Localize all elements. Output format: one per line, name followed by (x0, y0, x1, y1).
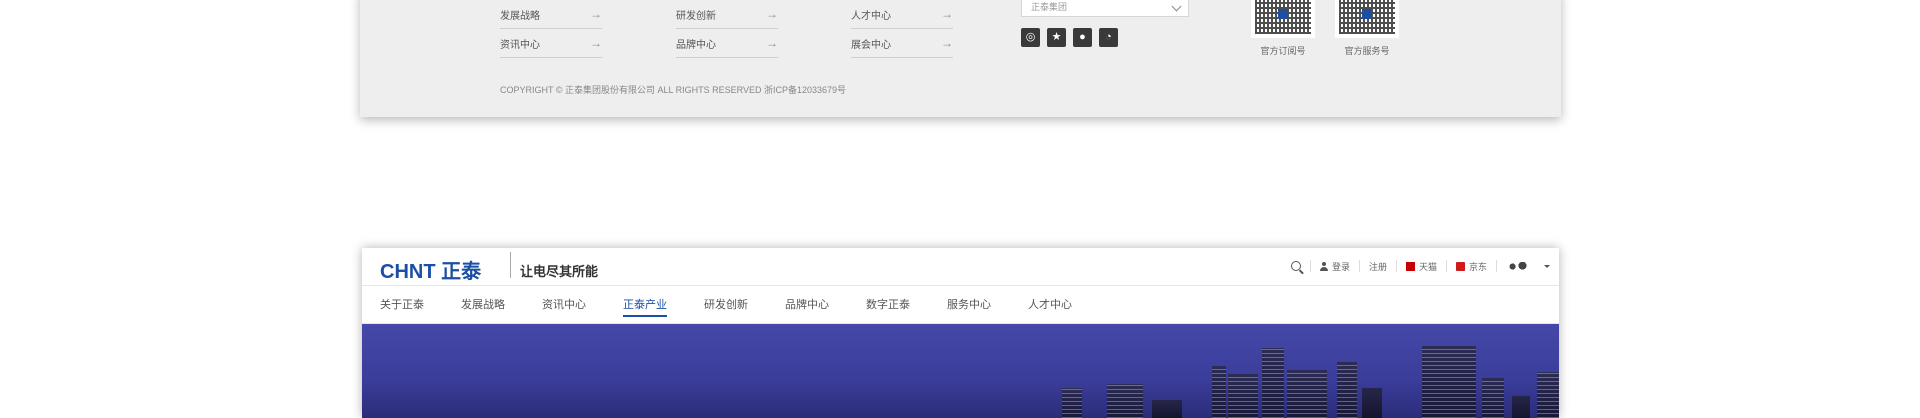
footer-link-label: 研发创新 (676, 10, 716, 22)
rss-icon[interactable]: ◔ (1099, 28, 1118, 47)
qr-caption: 官方订阅号 (1260, 46, 1306, 56)
footer-link-yanfachuangxin[interactable]: 研发创新 → (676, 0, 778, 29)
star-icon[interactable]: ★ (1047, 28, 1066, 47)
world-map-icon (1506, 261, 1528, 271)
qr-service: 官方服务号 (1332, 0, 1402, 57)
nav-item-rnd[interactable]: 研发创新 (704, 286, 748, 323)
logo-en: CHNT (380, 261, 436, 283)
logo-cn: 正泰 (441, 261, 482, 283)
jd-link[interactable]: 京东 (1445, 260, 1496, 272)
footer-link-pinpaizhongxin[interactable]: 品牌中心 → (676, 29, 778, 58)
arrow-right-icon: → (766, 36, 778, 50)
logo-divider (510, 252, 511, 278)
footer-link-label: 人才中心 (851, 10, 891, 22)
search-icon (1290, 261, 1301, 271)
footer-link-label: 资讯中心 (500, 39, 540, 51)
nav-item-industry[interactable]: 正泰产业 (623, 286, 667, 323)
login-label: 登录 (1331, 261, 1350, 272)
register-link[interactable]: 注册 (1358, 260, 1396, 272)
footer-link-label: 展会中心 (851, 39, 891, 51)
footer-link-column-3: 人才中心 → 展会中心 → (851, 0, 953, 58)
chnt-logo-icon (1362, 9, 1372, 19)
qr-code-image (1251, 0, 1315, 38)
chevron-down-icon (1171, 1, 1182, 12)
social-links: ◎ ★ ● ◔ (1021, 28, 1118, 47)
qr-caption: 官方服务号 (1344, 46, 1390, 56)
weibo-icon[interactable]: ◎ (1021, 28, 1040, 47)
search-button[interactable] (1282, 260, 1310, 272)
login-link[interactable]: 登录 (1309, 260, 1359, 272)
language-switch[interactable] (1496, 260, 1559, 272)
user-icon (1319, 261, 1328, 271)
footer-link-rencaizhongxin[interactable]: 人才中心 → (851, 0, 953, 29)
arrow-right-icon: → (941, 7, 953, 21)
qr-subscription: 官方订阅号 (1248, 0, 1318, 57)
hero-banner-image (362, 324, 1559, 418)
footer-link-column-1: 发展战略 → 资讯中心 → (500, 0, 602, 58)
tmall-icon (1405, 261, 1415, 271)
arrow-right-icon: → (766, 7, 778, 21)
footer-link-zhanhuizhongxin[interactable]: 展会中心 → (851, 29, 953, 58)
group-site-select-value: 正泰集团 (1031, 2, 1068, 12)
nav-item-strategy[interactable]: 发展战略 (461, 286, 505, 323)
slogan: 让电尽其所能 (520, 264, 599, 279)
nav-item-digital[interactable]: 数字正泰 (866, 286, 910, 323)
group-site-select[interactable]: 正泰集团 (1021, 0, 1189, 17)
nav-item-about[interactable]: 关于正泰 (380, 286, 424, 323)
copyright-text: COPYRIGHT © 正泰集团股份有限公司 ALL RIGHTS RESERV… (500, 85, 847, 95)
main-nav: 关于正泰 发展战略 资讯中心 正泰产业 研发创新 品牌中心 数字正泰 服务中心 … (362, 286, 1559, 324)
nav-item-service[interactable]: 服务中心 (947, 286, 991, 323)
jd-icon (1455, 261, 1465, 271)
footer-link-label: 发展战略 (500, 10, 540, 22)
footer-link-column-2: 研发创新 → 品牌中心 → (676, 0, 778, 58)
footer-link-fazhanzhanlue[interactable]: 发展战略 → (500, 0, 602, 29)
footer-panel: 发展战略 → 资讯中心 → 研发创新 → 品牌中心 → 人才中心 → 展会中心 … (360, 0, 1561, 117)
register-label: 注册 (1368, 261, 1387, 272)
jd-label: 京东 (1468, 261, 1487, 272)
nav-item-brand[interactable]: 品牌中心 (785, 286, 829, 323)
wechat-icon[interactable]: ● (1073, 28, 1092, 47)
site-header: CHNT 正泰 让电尽其所能 登录 注册 天猫 京东 (362, 248, 1559, 286)
logo[interactable]: CHNT 正泰 (380, 255, 481, 284)
arrow-right-icon: → (590, 7, 602, 21)
site-preview: CHNT 正泰 让电尽其所能 登录 注册 天猫 京东 关于正泰 发展战略 资讯中… (362, 248, 1559, 418)
nav-item-talent[interactable]: 人才中心 (1028, 286, 1072, 323)
nav-item-news[interactable]: 资讯中心 (542, 286, 586, 323)
chnt-logo-icon (1278, 9, 1288, 19)
qr-code-image (1335, 0, 1399, 38)
tmall-label: 天猫 (1418, 261, 1437, 272)
footer-link-label: 品牌中心 (676, 39, 716, 51)
arrow-right-icon: → (941, 36, 953, 50)
caret-down-icon (1544, 264, 1550, 268)
arrow-right-icon: → (590, 36, 602, 50)
tmall-link[interactable]: 天猫 (1395, 260, 1446, 272)
header-utilities: 登录 注册 天猫 京东 (1282, 260, 1559, 272)
footer-link-zixunzhongxin[interactable]: 资讯中心 → (500, 29, 602, 58)
